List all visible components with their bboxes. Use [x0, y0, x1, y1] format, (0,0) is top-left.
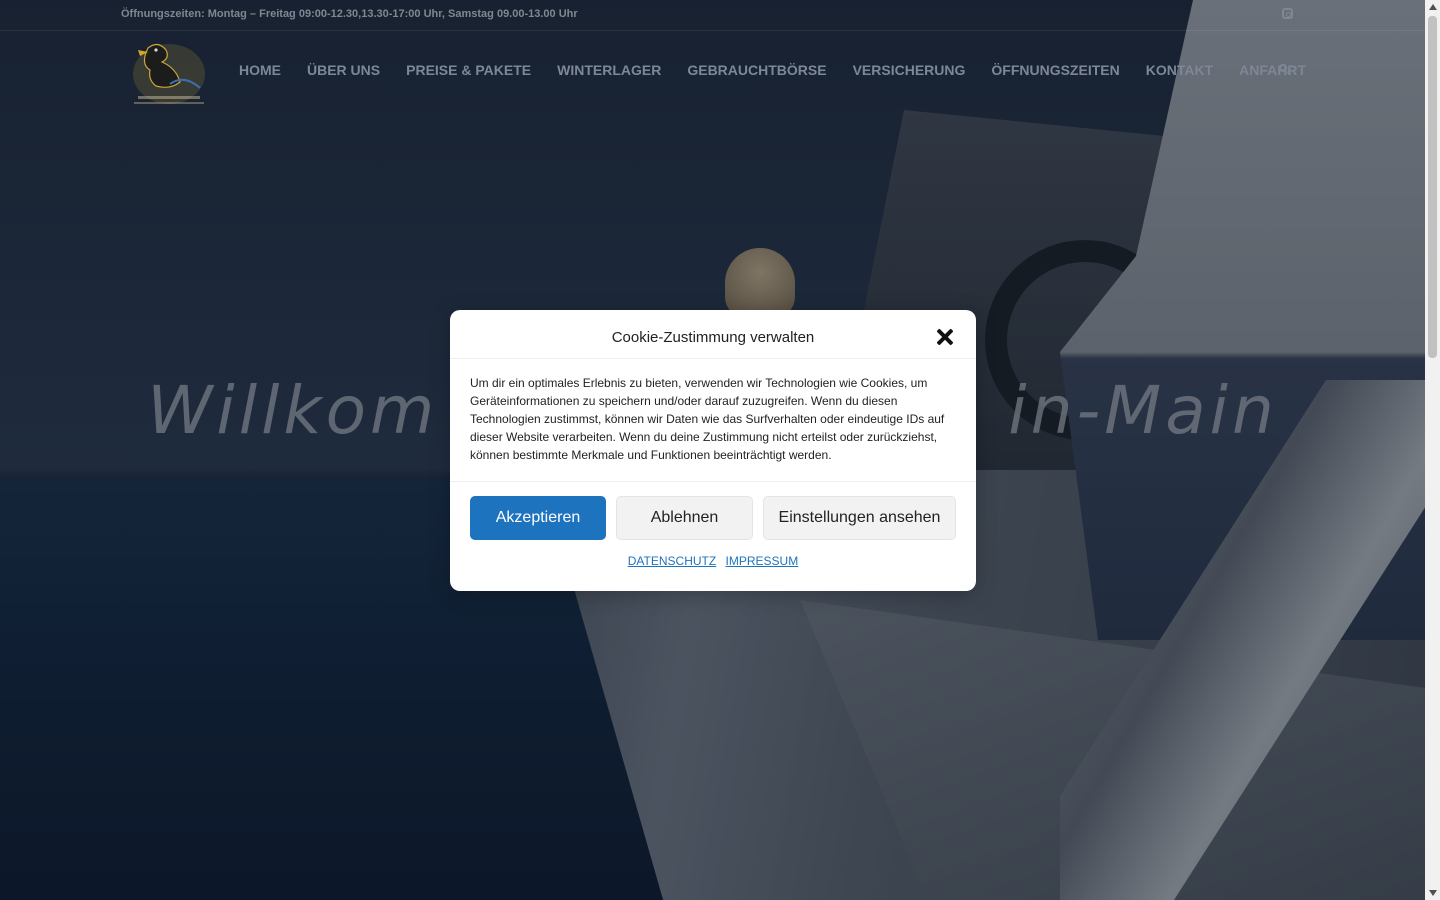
- nav-anfahrt[interactable]: ANFAHRT: [1226, 55, 1319, 85]
- nav-preise-pakete[interactable]: PREISE & PAKETE: [393, 55, 544, 85]
- nav-versicherung[interactable]: VERSICHERUNG: [840, 55, 979, 85]
- cookie-consent-modal: Cookie-Zustimmung verwalten Um dir ein o…: [450, 310, 976, 591]
- main-nav: HOME ÜBER UNS PREISE & PAKETE WINTERLAGE…: [226, 55, 1319, 85]
- imprint-link[interactable]: IMPRESSUM: [726, 554, 799, 568]
- duck-logo[interactable]: [126, 36, 212, 108]
- top-bar: Öffnungszeiten: Montag – Freitag 09:00-1…: [0, 0, 1425, 31]
- scroll-up-arrow-icon[interactable]: [1429, 4, 1437, 10]
- deny-button[interactable]: Ablehnen: [616, 496, 753, 540]
- page-scrollbar[interactable]: [1425, 0, 1440, 900]
- modal-divider: [450, 481, 976, 482]
- opening-hours-text: Öffnungszeiten: Montag – Freitag 09:00-1…: [121, 8, 578, 20]
- modal-links: DATENSCHUTZ IMPRESSUM: [450, 554, 976, 568]
- nav-kontakt[interactable]: KONTAKT: [1133, 55, 1226, 85]
- instagram-icon[interactable]: [1282, 8, 1293, 19]
- accept-button[interactable]: Akzeptieren: [470, 496, 606, 540]
- modal-message: Um dir ein optimales Erlebnis zu bieten,…: [470, 376, 945, 462]
- modal-title: Cookie-Zustimmung verwalten: [611, 329, 815, 346]
- nav-ueber-uns[interactable]: ÜBER UNS: [294, 55, 393, 85]
- nav-winterlager[interactable]: WINTERLAGER: [544, 55, 674, 85]
- view-settings-button[interactable]: Einstellungen ansehen: [763, 496, 956, 540]
- scroll-down-arrow-icon[interactable]: [1429, 890, 1437, 896]
- nav-home[interactable]: HOME: [226, 55, 294, 85]
- privacy-link[interactable]: DATENSCHUTZ: [628, 554, 716, 568]
- scroll-thumb[interactable]: [1428, 16, 1437, 358]
- search-icon[interactable]: [1279, 64, 1287, 72]
- close-icon[interactable]: [936, 328, 954, 346]
- modal-header: Cookie-Zustimmung verwalten: [450, 310, 976, 359]
- nav-gebrauchtboerse[interactable]: GEBRAUCHTBÖRSE: [674, 55, 839, 85]
- nav-oeffnungszeiten[interactable]: ÖFFNUNGSZEITEN: [978, 55, 1132, 85]
